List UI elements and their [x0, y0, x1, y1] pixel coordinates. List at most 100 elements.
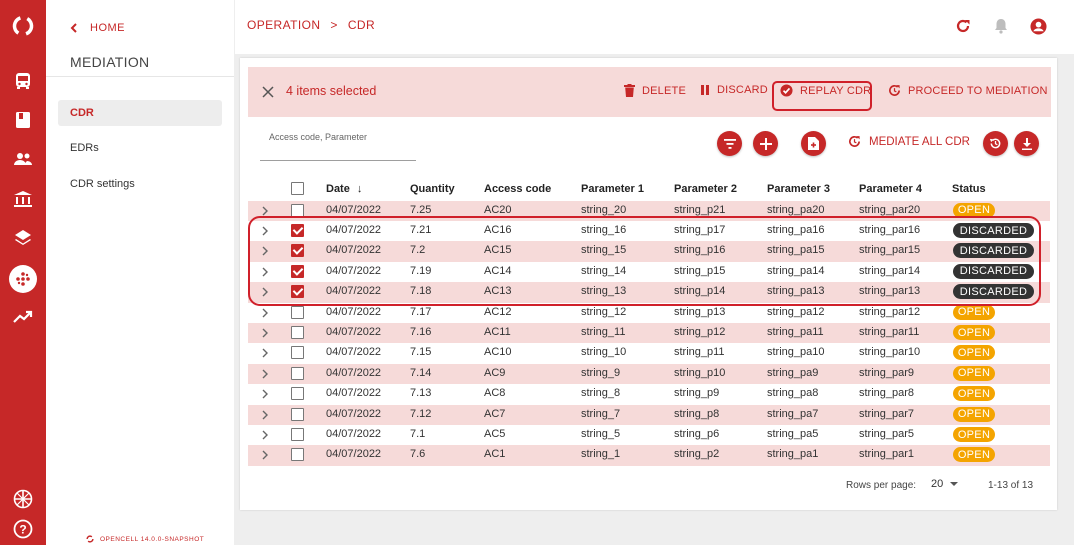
table-row[interactable]: 04/07/2022 7.12 AC7 string_7 string_p8 string…	[248, 404, 1050, 425]
history-button[interactable]	[983, 131, 1008, 156]
selection-count: 4 items selected	[286, 84, 377, 98]
bus-icon[interactable]	[11, 69, 35, 93]
opencell-logo-icon[interactable]	[11, 14, 35, 38]
cell-access: AC12	[484, 305, 512, 318]
column-header-parameter-4[interactable]: Parameter 4	[859, 183, 922, 195]
table-row[interactable]: 04/07/2022 7.15 AC10 string_10 string_p11 str…	[248, 343, 1050, 363]
search-input[interactable]: Access code, Parameter	[269, 132, 367, 142]
row-checkbox[interactable]	[291, 407, 304, 421]
cell-date: 04/07/2022	[326, 305, 382, 318]
expand-chevron-icon[interactable]	[260, 409, 270, 421]
column-header-access-code[interactable]: Access code	[484, 183, 551, 195]
cell-quantity: 7.1	[410, 428, 426, 440]
filter-button[interactable]	[717, 131, 742, 156]
opencell-logo-icon	[86, 535, 94, 543]
sidebar-item-cdr[interactable]: CDR	[58, 100, 222, 126]
expand-chevron-icon[interactable]	[260, 388, 270, 400]
selected-rows-highlight-box	[248, 216, 1041, 306]
cell-date: 04/07/2022	[326, 448, 382, 461]
cell-date: 04/07/2022	[326, 326, 382, 338]
row-checkbox[interactable]	[291, 305, 304, 319]
proceed-to-mediation-button[interactable]: PROCEED TO MEDIATION	[888, 84, 1048, 97]
app-rail: ?	[0, 0, 46, 545]
breadcrumb: OPERATION > CDR	[247, 18, 375, 32]
cell-p1: string_11	[581, 326, 626, 338]
mediation-icon[interactable]	[9, 265, 37, 293]
cell-p3: string_pa20	[767, 203, 825, 216]
rows-per-page-select[interactable]: 20	[931, 478, 959, 490]
row-checkbox[interactable]	[291, 203, 304, 217]
table-row[interactable]: 04/07/2022 7.16 AC11 string_11 string_p12 str…	[248, 323, 1050, 344]
trash-icon	[624, 84, 635, 97]
discard-button[interactable]: DISCARD	[700, 84, 768, 96]
mediate-all-button[interactable]: MEDIATE ALL CDR	[848, 135, 970, 148]
users-icon[interactable]	[11, 147, 35, 171]
column-header-date[interactable]: Date ↓	[326, 183, 362, 195]
book-icon[interactable]	[11, 108, 35, 132]
replay-icon	[849, 136, 860, 147]
breadcrumb-cdr[interactable]: CDR	[348, 18, 375, 32]
cell-p4: string_par9	[859, 366, 915, 379]
select-all-checkbox[interactable]	[291, 182, 304, 195]
cell-p4: string_par8	[859, 387, 915, 400]
status-badge: OPEN	[953, 427, 995, 442]
download-button[interactable]	[1014, 131, 1039, 156]
cell-quantity: 7.17	[410, 305, 432, 318]
expand-chevron-icon[interactable]	[260, 205, 270, 217]
bell-icon[interactable]	[992, 17, 1010, 35]
expand-chevron-icon[interactable]	[260, 368, 270, 380]
row-checkbox[interactable]	[291, 366, 304, 380]
cell-date: 04/07/2022	[326, 203, 382, 216]
row-checkbox[interactable]	[291, 346, 304, 360]
table-row[interactable]: 04/07/2022 7.14 AC9 string_9 string_p10 strin…	[248, 363, 1050, 385]
cell-p2: string_p6	[674, 428, 720, 440]
row-checkbox[interactable]	[291, 326, 304, 339]
cell-p3: string_pa5	[767, 428, 819, 440]
sidebar-item-cdr-settings[interactable]: CDR settings	[58, 171, 222, 197]
cell-p2: string_p9	[674, 387, 720, 400]
home-link[interactable]: HOME	[70, 22, 125, 34]
refresh-icon[interactable]	[954, 17, 972, 35]
table-row[interactable]: 04/07/2022 7.13 AC8 string_8 string_p9 string…	[248, 384, 1050, 404]
cell-p1: string_10	[581, 346, 627, 359]
column-header-parameter-2[interactable]: Parameter 2	[674, 183, 737, 195]
table-row[interactable]: 04/07/2022 7.6 AC1 string_1 string_p2 string_…	[248, 445, 1050, 466]
cell-date: 04/07/2022	[326, 407, 382, 420]
status-badge: OPEN	[953, 406, 995, 422]
column-header-parameter-1[interactable]: Parameter 1	[581, 183, 644, 195]
close-icon[interactable]	[262, 85, 276, 99]
cell-p4: string_par12	[859, 305, 921, 318]
row-checkbox[interactable]	[291, 428, 304, 441]
table-header: Date ↓ Quantity Access code Parameter 1 …	[248, 180, 1050, 200]
replay-icon	[889, 85, 900, 96]
trend-icon[interactable]	[11, 305, 35, 329]
delete-button[interactable]: DELETE	[624, 84, 686, 97]
language-icon[interactable]	[11, 487, 35, 511]
sort-down-icon: ↓	[356, 183, 363, 195]
breadcrumb-operation[interactable]: OPERATION	[247, 18, 320, 32]
expand-chevron-icon[interactable]	[260, 449, 270, 461]
cell-quantity: 7.6	[410, 448, 426, 461]
bank-icon[interactable]	[11, 187, 35, 211]
add-file-button[interactable]	[801, 131, 826, 156]
layers-icon[interactable]	[11, 226, 35, 250]
row-checkbox[interactable]	[291, 387, 304, 401]
help-icon[interactable]: ?	[11, 517, 35, 541]
svg-text:?: ?	[19, 523, 26, 537]
table-row[interactable]: 04/07/2022 7.1 AC5 string_5 string_p6 string_…	[248, 425, 1050, 445]
expand-chevron-icon[interactable]	[260, 429, 270, 441]
column-header-quantity[interactable]: Quantity	[410, 183, 455, 195]
expand-chevron-icon[interactable]	[260, 347, 270, 359]
sidebar-item-edrs[interactable]: EDRs	[58, 135, 222, 161]
plus-icon	[759, 137, 772, 150]
column-header-status[interactable]: Status	[952, 183, 986, 195]
cell-date: 04/07/2022	[326, 428, 382, 440]
column-header-parameter-3[interactable]: Parameter 3	[767, 183, 830, 195]
expand-chevron-icon[interactable]	[260, 327, 270, 339]
add-button[interactable]	[753, 131, 778, 156]
cell-p3: string_pa10	[767, 346, 825, 359]
account-icon[interactable]	[1029, 17, 1047, 35]
caret-down-icon	[950, 482, 959, 486]
row-checkbox[interactable]	[291, 448, 304, 462]
expand-chevron-icon[interactable]	[260, 307, 270, 319]
